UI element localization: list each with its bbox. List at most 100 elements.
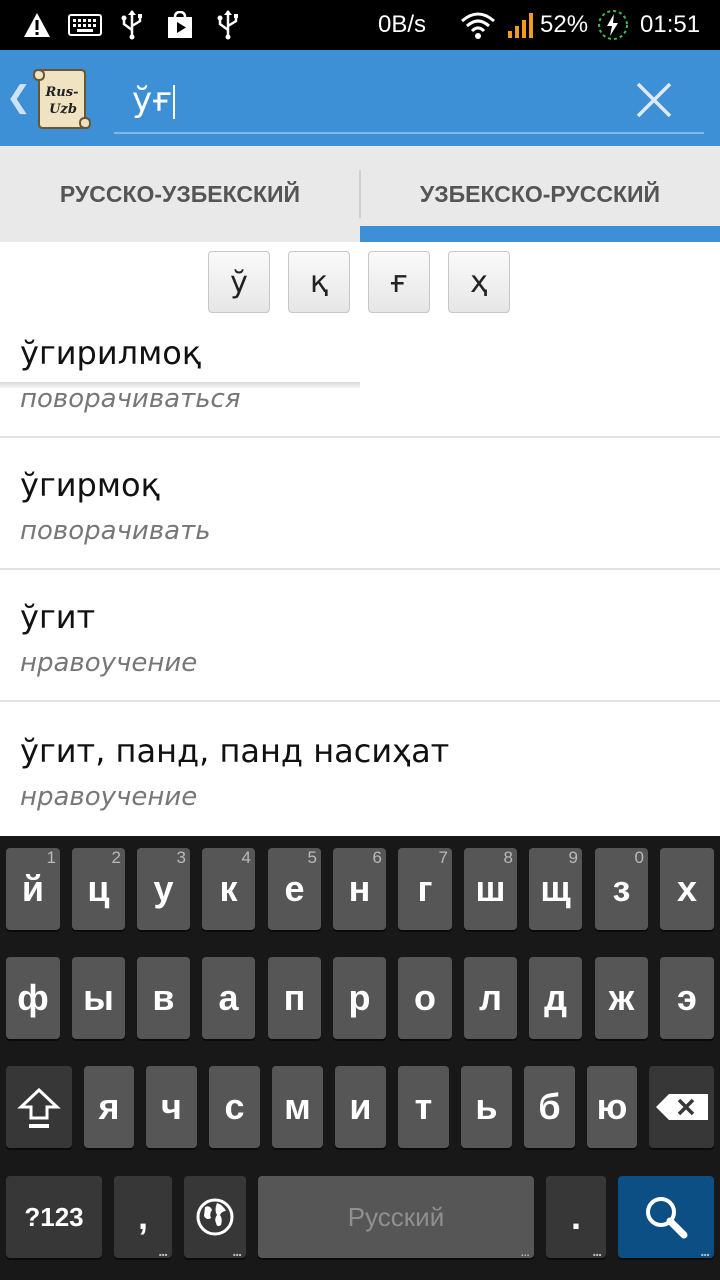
signal-icon [506, 10, 536, 40]
result-item[interactable]: ўгит нравоучение [0, 570, 720, 702]
key[interactable]: я [84, 1066, 134, 1148]
result-translation: нравоучение [20, 782, 198, 812]
usb-icon [214, 10, 242, 40]
key[interactable]: о [398, 957, 452, 1039]
usb-icon [118, 10, 146, 40]
letter-button-qa[interactable]: қ [288, 251, 350, 313]
wifi-icon [460, 10, 496, 40]
letter-button-u-breve[interactable]: ў [208, 251, 270, 313]
key-label: у [153, 868, 174, 909]
key[interactable]: е5 [268, 848, 321, 930]
key[interactable]: ь [461, 1066, 512, 1148]
key[interactable]: а [202, 957, 255, 1039]
key-hint: 0 [634, 848, 644, 867]
key-more-hint: ... [592, 1243, 602, 1259]
key[interactable]: ч [146, 1066, 197, 1148]
key[interactable]: ш8 [464, 848, 517, 930]
letter-button-ha[interactable]: ҳ [448, 251, 510, 313]
key[interactable]: ф [6, 957, 60, 1039]
result-item[interactable]: ўгит, панд, панд насиҳат нравоучение [0, 702, 720, 834]
key[interactable]: с [209, 1066, 260, 1148]
shift-icon [17, 1087, 61, 1128]
key-hint: 4 [241, 848, 251, 867]
backspace-key[interactable] [649, 1066, 714, 1148]
logo-text-top: Rus- [45, 85, 79, 100]
search-input-value[interactable]: ўғ [132, 80, 175, 120]
key[interactable]: м [272, 1066, 323, 1148]
key[interactable]: г7 [398, 848, 452, 930]
clear-search-button[interactable] [632, 78, 676, 122]
key-label: щ [540, 868, 571, 909]
key-hint: 6 [372, 848, 382, 867]
back-chevron-icon[interactable]: ❮ [6, 80, 31, 116]
key[interactable]: ц2 [72, 848, 125, 930]
key[interactable]: в [137, 957, 190, 1039]
keyboard-icon [68, 10, 102, 40]
key-hint: 7 [438, 848, 448, 867]
key-hint: 5 [307, 848, 317, 867]
result-word: ўгирилмоқ [20, 334, 202, 372]
key[interactable]: щ9 [529, 848, 582, 930]
key-label: з [612, 868, 631, 909]
key-label: ц [87, 868, 110, 909]
key[interactable]: б [524, 1066, 575, 1148]
search-key[interactable]: ... [618, 1176, 714, 1258]
key-more-hint: ... [158, 1243, 168, 1259]
network-speed: 0B/s [378, 11, 427, 38]
key[interactable]: х [660, 848, 714, 930]
key-label: е [284, 868, 305, 909]
backspace-icon [655, 1094, 708, 1120]
key-hint: 9 [568, 848, 578, 867]
shift-key[interactable] [6, 1066, 72, 1148]
result-word: ўгит, панд, панд насиҳат [20, 732, 450, 770]
period-key[interactable]: .... [546, 1176, 606, 1258]
result-translation: нравоучение [20, 648, 198, 678]
key[interactable]: у3 [137, 848, 190, 930]
letter-button-ghayn[interactable]: ғ [368, 251, 430, 313]
app-logo[interactable]: Rus- Uzb [30, 64, 92, 132]
key[interactable]: з0 [595, 848, 648, 930]
key-hint: 3 [176, 848, 186, 867]
logo-text-bottom: Uzb [49, 102, 77, 117]
key-label: х [676, 868, 698, 909]
key[interactable]: и [335, 1066, 386, 1148]
key[interactable]: ю [587, 1066, 637, 1148]
symbols-key[interactable]: ?123 [6, 1176, 102, 1258]
result-translation: поворачиваться [20, 384, 241, 414]
key-more-hint: ... [520, 1243, 530, 1259]
clock: 01:51 [640, 11, 701, 38]
key[interactable]: р [333, 957, 386, 1039]
play-store-icon [164, 10, 196, 40]
key[interactable]: п [268, 957, 321, 1039]
key[interactable]: л [464, 957, 517, 1039]
result-word: ўгирмоқ [20, 466, 160, 504]
key[interactable]: й1 [6, 848, 60, 930]
key[interactable]: ж [595, 957, 648, 1039]
key[interactable]: д [529, 957, 582, 1039]
tab-russian-uzbek[interactable]: РУССКО-УЗБЕКСКИЙ [0, 146, 360, 242]
comma-key[interactable]: ,... [114, 1176, 172, 1258]
language-key[interactable]: ... [184, 1176, 246, 1258]
key-hint: 8 [503, 848, 513, 867]
key[interactable]: ы [72, 957, 125, 1039]
result-item[interactable]: ўгирилмоқ поворачиваться [0, 306, 720, 438]
key-label: г [417, 868, 433, 909]
space-bar[interactable]: Русский... [258, 1176, 534, 1258]
key-label: к [219, 868, 238, 909]
key[interactable]: к4 [202, 848, 255, 930]
key[interactable]: т [398, 1066, 449, 1148]
comma-key-label: , [137, 1196, 148, 1237]
search-input[interactable]: ўғ [114, 70, 704, 134]
direction-tabs: РУССКО-УЗБЕКСКИЙ УЗБЕКСКО-РУССКИЙ [0, 146, 720, 388]
key[interactable]: н6 [333, 848, 386, 930]
key-label: н [348, 868, 371, 909]
tab-selected-indicator [360, 226, 720, 242]
close-icon [636, 82, 672, 118]
key[interactable]: э [660, 957, 714, 1039]
key-hint: 1 [46, 848, 56, 867]
key-label: ш [475, 868, 506, 909]
period-key-label: . [570, 1196, 581, 1237]
key-label: й [21, 868, 45, 909]
result-item[interactable]: ўгирмоқ поворачивать [0, 438, 720, 570]
battery-percent: 52% [540, 11, 589, 38]
